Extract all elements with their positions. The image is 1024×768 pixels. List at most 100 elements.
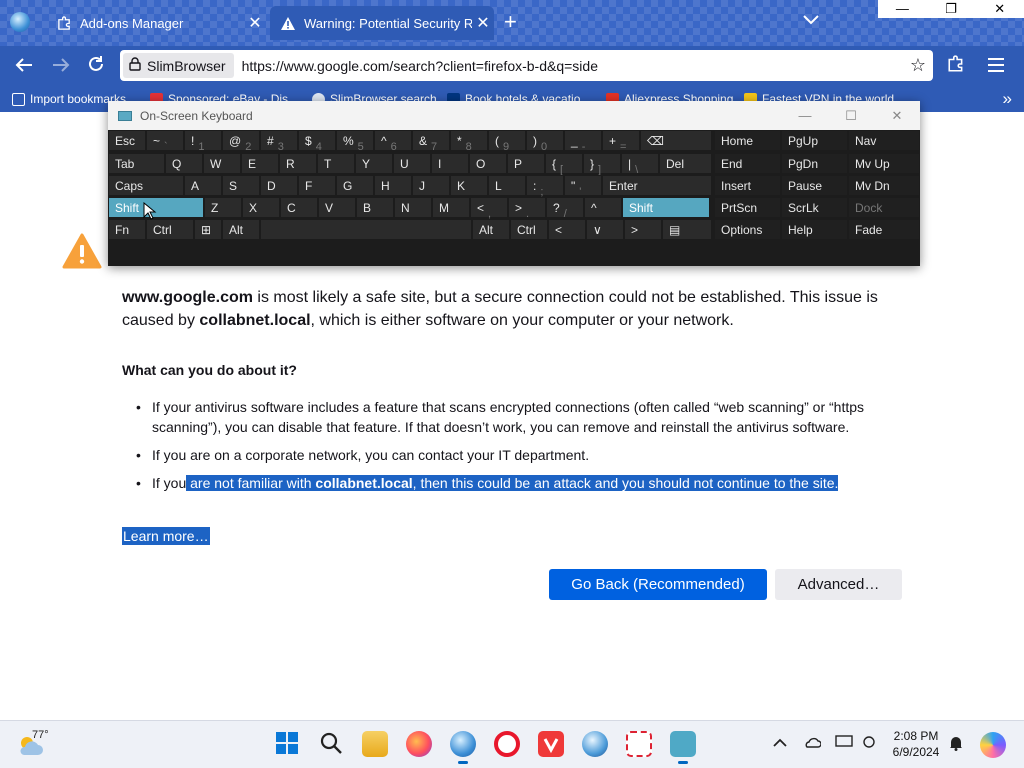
osk-key[interactable]: ⌫ [640,130,712,151]
more-bookmarks-icon[interactable]: » [1003,89,1012,109]
osk-key[interactable]: * 8 [450,130,488,153]
start-button[interactable] [275,731,301,757]
network-volume-icon[interactable] [861,735,877,752]
close-tab-icon[interactable]: ✕ [472,13,494,33]
go-back-button[interactable]: Go Back (Recommended) [549,569,767,600]
osk-key[interactable]: | \ [621,153,659,176]
advanced-button[interactable]: Advanced… [775,569,902,600]
osk-key[interactable]: Nav [848,130,920,151]
osk-key[interactable]: Z [204,197,242,218]
osk-key[interactable]: + = [602,130,640,153]
osk-key[interactable]: X [242,197,280,218]
osk-key[interactable]: Insert [714,175,781,196]
osk-key[interactable]: < [548,219,586,240]
osk-key[interactable]: B [356,197,394,218]
osk-key[interactable]: Ctrl [146,219,194,240]
osk-close-button[interactable]: ✕ [874,108,920,124]
osk-key[interactable]: PrtScn [714,197,781,218]
extensions-icon[interactable] [943,54,969,80]
osk-key[interactable]: W [203,153,241,174]
close-tab-icon[interactable]: ✕ [244,13,266,33]
osk-key[interactable]: Shift [622,197,710,218]
osk-key[interactable]: ) 0 [526,130,564,153]
osk-key[interactable]: S [222,175,260,196]
osk-key[interactable]: ^ 6 [374,130,412,153]
vivaldi-icon[interactable] [538,731,564,757]
osk-key[interactable]: A [184,175,222,196]
new-tab-button[interactable]: + [504,10,517,34]
reload-button[interactable] [83,54,109,80]
osk-key[interactable]: PgDn [781,153,848,174]
osk-key[interactable]: Fade [848,219,920,240]
osk-maximize-button[interactable]: ☐ [828,108,874,124]
osk-key[interactable]: > [624,219,662,240]
osk-key[interactable]: Tab [108,153,165,174]
osk-key[interactable]: ^ [584,197,622,218]
osk-key[interactable]: ∨ [586,219,624,240]
search-icon[interactable] [319,731,345,757]
osk-key[interactable]: L [488,175,526,196]
osk-key[interactable]: ~ ` [146,130,184,153]
clock[interactable]: 2:08 PM 6/9/2024 [884,728,948,760]
osk-key[interactable]: Q [165,153,203,174]
url-input[interactable]: https://www.google.com/search?client=fir… [242,58,903,74]
osk-key[interactable]: C [280,197,318,218]
address-bar[interactable]: SlimBrowser https://www.google.com/searc… [120,50,933,81]
osk-key[interactable]: I [431,153,469,174]
tab-security-warning[interactable]: Warning: Potential Security Risk ✕ [270,6,494,40]
osk-key[interactable]: M [432,197,470,218]
osk-key[interactable]: {[ [545,153,583,176]
forward-button[interactable] [48,54,74,80]
osk-key[interactable]: ? / [546,197,584,220]
osk-key[interactable]: Esc [108,130,146,151]
osk-key[interactable]: V [318,197,356,218]
osk-key[interactable]: U [393,153,431,174]
osk-key[interactable]: H [374,175,412,196]
back-button[interactable] [11,54,37,80]
restore-button[interactable]: ❐ [927,0,976,18]
osk-key[interactable]: % 5 [336,130,374,153]
osk-key[interactable]: :; [526,175,564,198]
minimize-button[interactable]: — [878,0,927,18]
osk-key[interactable]: ! 1 [184,130,222,153]
osk-key[interactable]: Alt [472,219,510,240]
osk-key[interactable]: #3 [260,130,298,153]
osk-key[interactable]: >. [508,197,546,220]
osk-key[interactable]: Fn [108,219,146,240]
osk-key[interactable]: ⊞ [194,219,222,240]
osk-key[interactable]: N [394,197,432,218]
osk-key[interactable]: End [714,153,781,174]
osk-key[interactable]: P [507,153,545,174]
osk-key[interactable]: _ - [564,130,602,153]
display-icon[interactable] [835,735,853,752]
osk-key[interactable]: <, [470,197,508,220]
firefox-icon[interactable] [406,731,432,757]
learn-more-link[interactable]: Learn more… [122,527,210,545]
osk-spacebar[interactable] [260,219,472,240]
list-all-tabs-icon[interactable] [803,12,819,30]
osk-key[interactable]: $4 [298,130,336,153]
osk-key[interactable]: J [412,175,450,196]
osk-key[interactable]: Home [714,130,781,151]
osk-key[interactable]: Dock [848,197,920,218]
menu-icon[interactable] [983,54,1009,80]
osk-key[interactable]: Caps [108,175,184,196]
onedrive-icon[interactable] [803,735,822,752]
osk-key[interactable]: T [317,153,355,174]
osk-key[interactable]: Pause [781,175,848,196]
weather-widget[interactable]: 77° [16,729,56,761]
bookmark-star-icon[interactable]: ☆ [903,55,933,76]
osk-key[interactable]: Mv Up [848,153,920,174]
slimbrowser-icon[interactable] [450,731,476,764]
site-identity-button[interactable]: SlimBrowser [123,53,234,78]
notification-bell-icon[interactable] [949,735,963,754]
osk-key[interactable]: G [336,175,374,196]
opera-icon[interactable] [494,731,520,757]
file-explorer-icon[interactable] [362,731,388,757]
osk-minimize-button[interactable]: — [782,108,828,123]
osk-key[interactable]: O [469,153,507,174]
osk-key[interactable]: Del [659,153,712,174]
osk-key[interactable]: (9 [488,130,526,153]
tab-addons-manager[interactable]: Add-ons Manager ✕ [46,6,266,40]
osk-key[interactable]: " ' [564,175,602,198]
